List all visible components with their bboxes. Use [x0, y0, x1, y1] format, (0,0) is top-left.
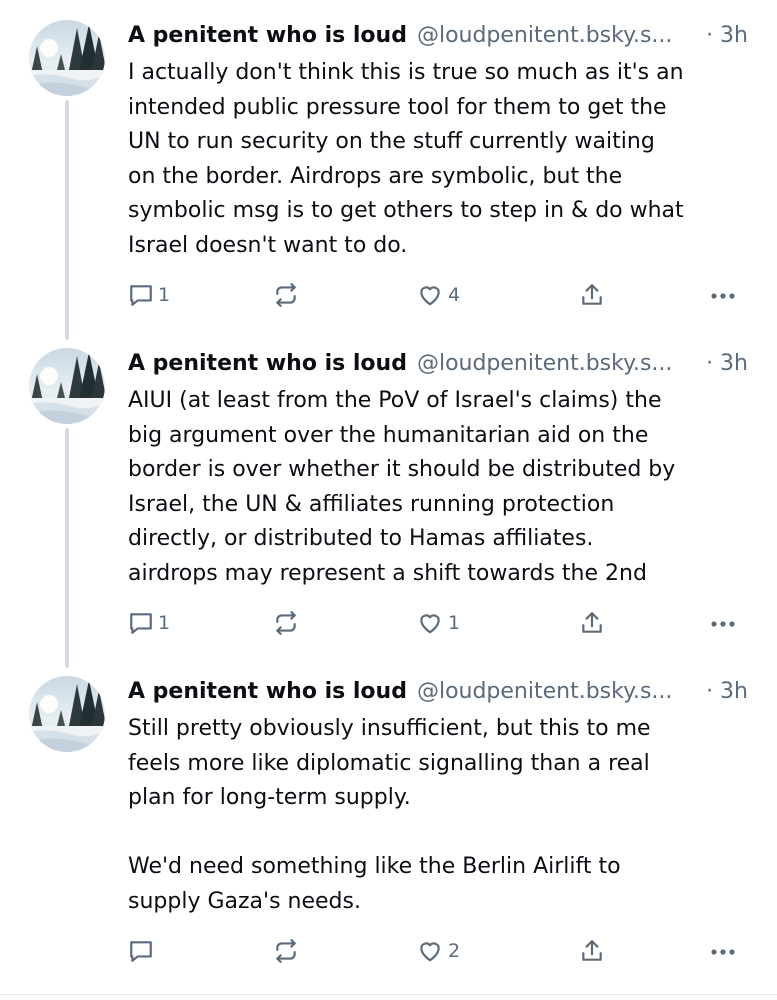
reply-icon	[128, 938, 154, 964]
reply-button[interactable]: 1	[128, 608, 170, 638]
post-time[interactable]: · 3h	[706, 675, 748, 709]
heart-icon	[416, 282, 444, 308]
like-button[interactable]: 1	[416, 608, 460, 638]
avatar[interactable]	[29, 348, 105, 424]
like-count: 2	[448, 940, 461, 962]
avatar[interactable]	[29, 676, 105, 752]
post[interactable]: A penitent who is loud @loudpenitent.bsk…	[0, 0, 777, 330]
post-time[interactable]: · 3h	[706, 19, 748, 53]
repost-button[interactable]	[272, 280, 304, 310]
avatar-image	[29, 676, 105, 752]
avatar-image	[29, 348, 105, 424]
repost-icon	[272, 610, 300, 636]
reply-button[interactable]: 1	[128, 280, 170, 310]
reply-button[interactable]	[128, 936, 158, 966]
reply-icon	[128, 610, 154, 636]
post-header: A penitent who is loud @loudpenitent.bsk…	[128, 347, 758, 381]
post-text: Still pretty obviously insufficient, but…	[128, 716, 651, 914]
divider	[0, 994, 777, 995]
post-actions: 1 1	[128, 608, 758, 638]
heart-icon	[416, 938, 444, 964]
reply-icon	[128, 282, 154, 308]
author-handle[interactable]: @loudpenitent.bsky.s...	[417, 351, 672, 376]
share-button[interactable]	[579, 608, 605, 638]
reply-count: 1	[158, 612, 171, 634]
post-time[interactable]: · 3h	[706, 347, 748, 381]
post-actions: 2	[128, 936, 758, 966]
author-handle[interactable]: @loudpenitent.bsky.s...	[417, 679, 672, 704]
post[interactable]: A penitent who is loud @loudpenitent.bsk…	[0, 656, 777, 994]
share-icon	[579, 938, 605, 964]
more-icon	[708, 610, 738, 636]
post-text: AIUI (at least from the PoV of Israel's …	[128, 388, 676, 586]
share-icon	[579, 282, 605, 308]
author-name[interactable]: A penitent who is loud	[128, 23, 407, 48]
reply-count: 1	[158, 284, 171, 306]
heart-icon	[416, 610, 444, 636]
like-button[interactable]: 4	[416, 280, 460, 310]
author-name[interactable]: A penitent who is loud	[128, 351, 407, 376]
like-button[interactable]: 2	[416, 936, 460, 966]
avatar[interactable]	[29, 20, 105, 96]
like-count: 4	[448, 284, 461, 306]
post-text: I actually don't think this is true so m…	[128, 60, 684, 258]
more-icon	[708, 282, 738, 308]
more-options-button[interactable]	[708, 608, 738, 638]
share-button[interactable]	[579, 280, 605, 310]
post-header: A penitent who is loud @loudpenitent.bsk…	[128, 675, 758, 709]
post[interactable]: A penitent who is loud @loudpenitent.bsk…	[0, 328, 777, 658]
repost-icon	[272, 282, 300, 308]
repost-icon	[272, 938, 300, 964]
like-count: 1	[448, 612, 461, 634]
author-name[interactable]: A penitent who is loud	[128, 679, 407, 704]
more-options-button[interactable]	[708, 280, 738, 310]
post-actions: 1 4	[128, 280, 758, 310]
more-icon	[708, 938, 738, 964]
share-icon	[579, 610, 605, 636]
avatar-image	[29, 20, 105, 96]
post-header: A penitent who is loud @loudpenitent.bsk…	[128, 19, 758, 53]
share-button[interactable]	[579, 936, 605, 966]
author-handle[interactable]: @loudpenitent.bsky.s...	[417, 23, 672, 48]
repost-button[interactable]	[272, 608, 304, 638]
more-options-button[interactable]	[708, 936, 738, 966]
repost-button[interactable]	[272, 936, 304, 966]
